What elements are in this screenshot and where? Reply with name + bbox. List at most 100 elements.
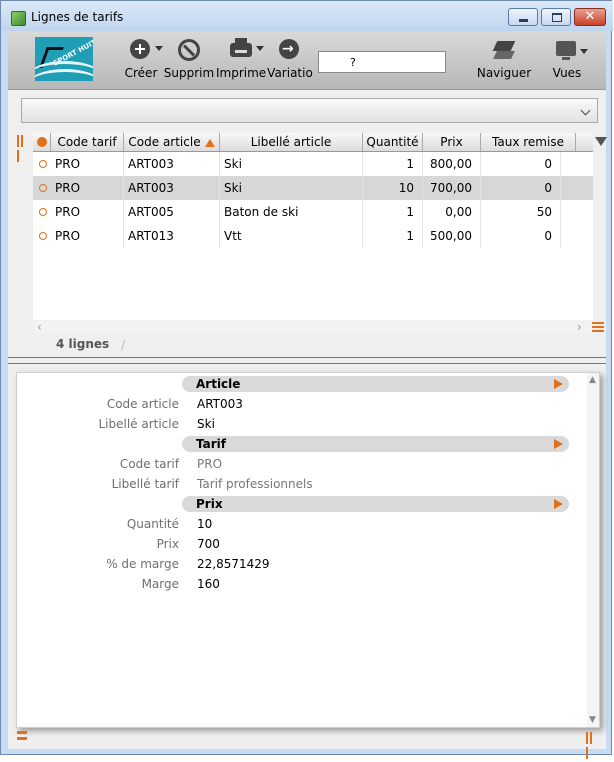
delete-button[interactable]: Supprim — [163, 39, 215, 83]
cell-code-tarif: PRO — [51, 224, 124, 248]
table-row[interactable]: PRO ART005 Baton de ski 1 0,00 50 — [33, 200, 593, 224]
panel-splitter[interactable] — [8, 357, 606, 364]
print-button[interactable]: Imprime — [216, 38, 266, 83]
cell-prix: 700,00 — [423, 176, 481, 200]
filter-funnel-icon[interactable] — [595, 133, 607, 151]
variation-button[interactable]: Variatio — [266, 39, 314, 83]
cell-libelle-article: Vtt — [220, 224, 363, 248]
navigate-button[interactable]: Naviguer — [476, 39, 532, 83]
section-prix-header[interactable]: Prix — [182, 496, 569, 512]
cell-libelle-article: Baton de ski — [220, 200, 363, 224]
section-article-header[interactable]: Article — [182, 376, 569, 392]
column-config-icon[interactable] — [17, 135, 27, 162]
expand-arrow-icon — [554, 379, 563, 389]
column-header-taux-remise[interactable]: Taux remise — [481, 133, 576, 151]
column-header-libelle-article[interactable]: Libellé article — [220, 133, 363, 151]
list-menu-icon[interactable] — [592, 322, 604, 332]
divider: / — [121, 338, 126, 352]
cell-taux-remise: 0 — [481, 152, 561, 176]
horizontal-scrollbar[interactable]: ‹ › — [33, 320, 593, 334]
row-status-header[interactable] — [33, 133, 51, 151]
scroll-up-icon[interactable]: ▲ — [589, 375, 596, 385]
field-value-libelle-tarif: Tarif professionnels — [197, 477, 313, 491]
expand-arrow-icon — [554, 439, 563, 449]
cell-taux-remise: 0 — [481, 176, 561, 200]
field-label: Quantité — [126, 517, 179, 531]
cell-code-tarif: PRO — [51, 200, 124, 224]
scroll-right-icon[interactable]: › — [577, 320, 582, 334]
row-status-icon — [39, 232, 47, 240]
monitor-icon — [556, 39, 588, 61]
field-value-marge-percent: 22,8571429 — [197, 557, 270, 571]
cell-quantite: 1 — [363, 200, 423, 224]
column-header-code-tarif[interactable]: Code tarif — [51, 133, 124, 151]
expand-arrow-icon — [554, 499, 563, 509]
cell-quantite: 1 — [363, 224, 423, 248]
cell-taux-remise: 0 — [481, 224, 561, 248]
printer-icon — [230, 38, 264, 61]
scroll-left-icon[interactable]: ‹ — [37, 320, 42, 334]
cell-quantite: 1 — [363, 152, 423, 176]
field-value-prix[interactable]: 700 — [197, 536, 220, 552]
variation-arrow-icon — [279, 39, 301, 61]
create-button[interactable]: Créer — [121, 39, 163, 83]
scroll-down-icon[interactable]: ▼ — [589, 715, 596, 725]
window-title: Lignes de tarifs — [31, 10, 124, 24]
field-label: Marge — [141, 577, 179, 591]
app-window: Lignes de tarifs ✕ SPORT HUIT Créer Supp… — [0, 0, 613, 759]
detail-vertical-scrollbar[interactable]: ▲ ▼ — [587, 373, 599, 727]
column-header-code-article[interactable]: Code article — [124, 133, 220, 151]
main-content: SPORT HUIT Créer Supprim Imprime Variati… — [8, 31, 607, 759]
detail-panel: Article Code article ART003 Libellé arti… — [16, 372, 600, 728]
field-value-quantite[interactable]: 10 — [197, 516, 212, 532]
ban-icon — [178, 39, 200, 61]
field-value-code-tarif: PRO — [197, 457, 223, 471]
row-status-icon — [39, 160, 47, 168]
cell-taux-remise: 50 — [481, 200, 561, 224]
status-dot-icon — [37, 137, 47, 147]
field-value-libelle-article: Ski — [197, 417, 215, 431]
column-header-quantite[interactable]: Quantité — [363, 133, 423, 151]
filter-dropdown[interactable] — [21, 98, 598, 123]
field-label: Libellé tarif — [111, 477, 179, 491]
cell-libelle-article: Ski — [220, 176, 363, 200]
cell-prix: 500,00 — [423, 224, 481, 248]
panel-menu-icon[interactable] — [17, 731, 27, 745]
app-icon — [11, 11, 26, 26]
layers-icon — [493, 39, 515, 61]
plus-circle-icon — [130, 39, 163, 61]
field-label: Libellé article — [98, 417, 179, 431]
row-count-label: 4 lignes — [56, 337, 110, 351]
table-row-selected[interactable]: PRO ART003 Ski 10 700,00 0 — [33, 176, 593, 200]
row-status-icon — [39, 208, 47, 216]
cell-code-article: ART003 — [124, 152, 220, 176]
views-button[interactable]: Vues — [550, 39, 588, 83]
field-label: % de marge — [106, 557, 179, 571]
title-bar[interactable]: Lignes de tarifs ✕ — [1, 1, 613, 31]
table-header: Code tarif Code article Libellé article … — [33, 133, 593, 152]
section-tarif-header[interactable]: Tarif — [182, 436, 569, 452]
close-icon: ✕ — [584, 9, 596, 24]
cell-code-article: ART005 — [124, 200, 220, 224]
field-value-code-article: ART003 — [197, 397, 243, 411]
field-label: Prix — [156, 537, 179, 551]
close-button[interactable]: ✕ — [574, 8, 606, 26]
search-input[interactable] — [350, 54, 442, 70]
chevron-down-icon — [580, 105, 591, 116]
table-row[interactable]: PRO ART013 Vtt 1 500,00 0 — [33, 224, 593, 248]
column-layout-icon[interactable] — [586, 732, 596, 759]
maximize-button[interactable] — [541, 8, 571, 26]
cell-code-tarif: PRO — [51, 152, 124, 176]
cell-code-article: ART003 — [124, 176, 220, 200]
field-label: Code tarif — [119, 457, 179, 471]
cell-code-tarif: PRO — [51, 176, 124, 200]
sort-ascending-icon — [204, 138, 215, 147]
toolbar: SPORT HUIT Créer Supprim Imprime Variati… — [8, 31, 606, 90]
column-header-prix[interactable]: Prix — [423, 133, 481, 151]
cell-quantite: 10 — [363, 176, 423, 200]
field-value-marge: 160 — [197, 577, 220, 591]
table-row[interactable]: PRO ART003 Ski 1 800,00 0 — [33, 152, 593, 176]
cell-libelle-article: Ski — [220, 152, 363, 176]
sport-huit-logo: SPORT HUIT — [35, 37, 93, 81]
minimize-button[interactable] — [508, 8, 538, 26]
